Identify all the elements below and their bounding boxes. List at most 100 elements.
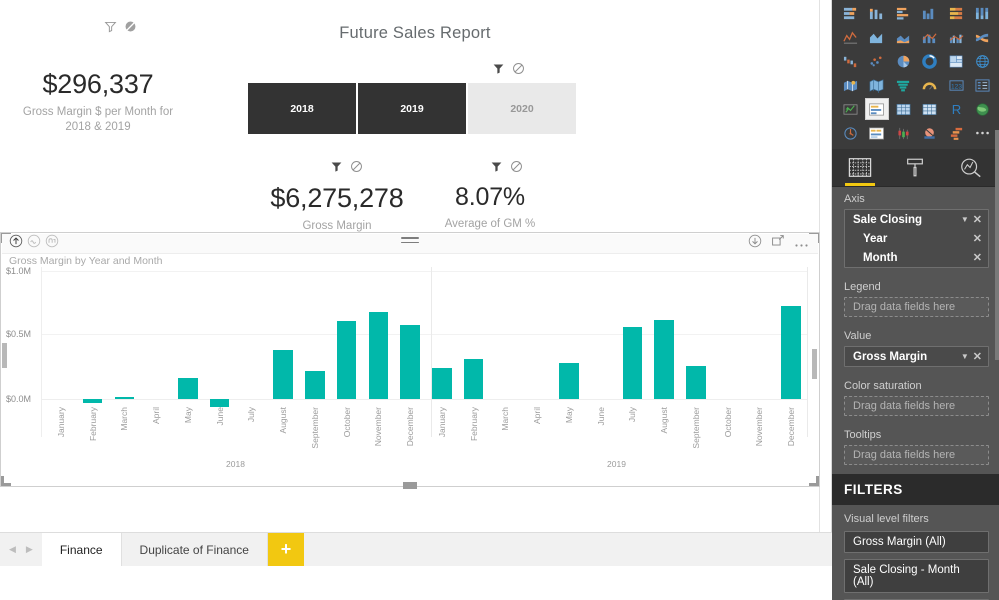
no-filter-icon[interactable] [512, 62, 525, 80]
chart-left-scrollbar[interactable] [2, 293, 7, 443]
field-month[interactable]: Month ✕ [845, 248, 988, 267]
bar-2018-august[interactable] [273, 350, 293, 399]
100-stacked-bar-icon[interactable] [944, 2, 968, 24]
area-chart-icon[interactable] [865, 26, 889, 48]
funnel-chart-icon[interactable] [891, 74, 915, 96]
kpi-icon[interactable] [838, 98, 862, 120]
slicer-item-2018[interactable]: 2018 [248, 83, 356, 134]
clustered-column-chart-icon[interactable] [918, 2, 942, 24]
hamburger-icon[interactable] [401, 237, 419, 246]
page-tab-finance[interactable]: Finance [41, 533, 122, 566]
bar-2019-september[interactable] [686, 365, 706, 399]
chevron-left-icon[interactable]: ◀ [9, 544, 16, 555]
100-stacked-column-icon[interactable] [971, 2, 995, 24]
ribbon-chart-icon[interactable] [971, 26, 995, 48]
field-sale-closing[interactable]: Sale Closing ▼ ✕ [845, 210, 988, 229]
bar-2019-may[interactable] [559, 363, 579, 399]
bar-2018-november[interactable] [368, 311, 389, 399]
gauge-chart-icon[interactable] [918, 74, 942, 96]
drill-down-arrow-icon[interactable] [748, 234, 762, 253]
filter-funnel-icon[interactable] [330, 160, 343, 178]
well-legend[interactable]: Drag data fields here [844, 297, 989, 317]
field-year[interactable]: Year ✕ [845, 229, 988, 248]
scatter-chart-icon[interactable] [865, 50, 889, 72]
multi-row-card-icon[interactable] [971, 74, 995, 96]
candlestick-icon[interactable] [891, 122, 915, 144]
add-page-button[interactable]: + [267, 533, 304, 566]
bar-2018-october[interactable] [336, 320, 357, 399]
stacked-column-chart-icon[interactable] [865, 2, 889, 24]
bar-2018-march[interactable] [114, 397, 135, 399]
well-tooltips[interactable]: Drag data fields here [844, 445, 989, 465]
card-icon[interactable]: 123 [944, 74, 968, 96]
chevron-down-icon[interactable]: ▼ [961, 215, 969, 224]
more-visuals-icon[interactable] [971, 122, 995, 144]
well-value[interactable]: Gross Margin ▼ ✕ [844, 346, 989, 367]
stacked-bar-chart-icon[interactable] [838, 2, 862, 24]
drill-down-icon[interactable] [45, 234, 59, 253]
fields-tab[interactable] [837, 150, 883, 186]
key-influencers-icon[interactable] [838, 122, 862, 144]
right-pane-scrollbar[interactable] [995, 130, 999, 520]
filter-funnel-icon[interactable] [490, 160, 503, 178]
line-clustered-column-icon[interactable] [944, 26, 968, 48]
filled-map-icon[interactable] [838, 74, 862, 96]
bar-2019-july[interactable] [622, 327, 643, 399]
bar-chart-visual[interactable]: Gross Margin by Year and Month $1.0M $0.… [0, 232, 820, 489]
well-axis[interactable]: Sale Closing ▼ ✕ Year ✕ Month ✕ [844, 209, 989, 268]
chart-vertical-scrollbar[interactable] [812, 269, 817, 469]
filter-card-gross-margin[interactable]: Gross Margin (All) [844, 531, 989, 553]
page-tab-duplicate-of-finance[interactable]: Duplicate of Finance [122, 533, 268, 566]
kpi-card-gross-margin-per-month[interactable]: $296,337 Gross Margin $ per Month for 20… [8, 69, 188, 136]
remove-field-icon[interactable]: ✕ [973, 251, 982, 264]
bar-2018-may[interactable] [178, 377, 198, 399]
remove-field-icon[interactable]: ✕ [973, 232, 982, 245]
no-filter-icon[interactable] [510, 160, 523, 178]
bar-2018-december[interactable] [400, 324, 420, 399]
remove-field-icon[interactable]: ✕ [973, 213, 982, 226]
chevron-down-icon[interactable]: ▼ [961, 352, 969, 361]
waterfall-chart-icon[interactable] [838, 50, 862, 72]
well-color-saturation[interactable]: Drag data fields here [844, 396, 989, 416]
more-options-icon[interactable] [794, 235, 809, 253]
drill-up-icon[interactable] [9, 234, 23, 253]
table-icon[interactable] [891, 98, 915, 120]
kpi-card-gross-margin[interactable]: $6,275,278 Gross Margin [245, 183, 429, 234]
kpi-card-average-gm-percent[interactable]: 8.07% Average of GM % [420, 183, 560, 232]
slicer-item-2019[interactable]: 2019 [358, 83, 466, 134]
bar-2018-february[interactable] [82, 399, 103, 404]
map-icon[interactable] [971, 50, 995, 72]
line-chart-icon[interactable] [838, 26, 862, 48]
treemap-icon[interactable] [944, 50, 968, 72]
bullet-chart-icon[interactable] [918, 122, 942, 144]
bar-2018-june[interactable] [209, 399, 230, 407]
bar-2019-january[interactable] [432, 368, 452, 399]
matrix-icon[interactable] [918, 98, 942, 120]
gantt-chart-icon[interactable] [944, 122, 968, 144]
chevron-right-icon[interactable]: ▶ [26, 544, 33, 555]
slicer-icon[interactable] [864, 98, 889, 120]
decomposition-tree-icon[interactable] [865, 122, 889, 144]
bar-2019-december[interactable] [781, 305, 801, 399]
bar-2018-september[interactable] [305, 370, 325, 399]
shape-map-icon[interactable] [865, 74, 889, 96]
filter-card-sale-closing-month[interactable]: Sale Closing - Month (All) [844, 559, 989, 593]
r-script-visual-icon[interactable]: R [944, 98, 968, 120]
bar-2019-august[interactable] [654, 319, 674, 399]
slicer-item-2020[interactable]: 2020 [468, 83, 576, 134]
no-filter-icon[interactable] [350, 160, 363, 178]
analytics-tab[interactable] [948, 150, 994, 186]
filter-funnel-icon[interactable] [104, 20, 117, 38]
donut-chart-icon[interactable] [918, 50, 942, 72]
expand-all-down-icon[interactable] [27, 234, 41, 253]
pie-chart-icon[interactable] [891, 50, 915, 72]
arcgis-map-icon[interactable] [971, 98, 995, 120]
stacked-area-chart-icon[interactable] [891, 26, 915, 48]
filter-funnel-icon[interactable] [492, 62, 505, 80]
focus-mode-icon[interactable] [771, 234, 785, 253]
line-stacked-column-icon[interactable] [918, 26, 942, 48]
bar-2019-february[interactable] [463, 359, 484, 399]
year-slicer[interactable]: 2018 2019 2020 [248, 83, 578, 134]
clustered-bar-chart-icon[interactable] [891, 2, 915, 24]
field-gross-margin[interactable]: Gross Margin ▼ ✕ [845, 347, 988, 366]
